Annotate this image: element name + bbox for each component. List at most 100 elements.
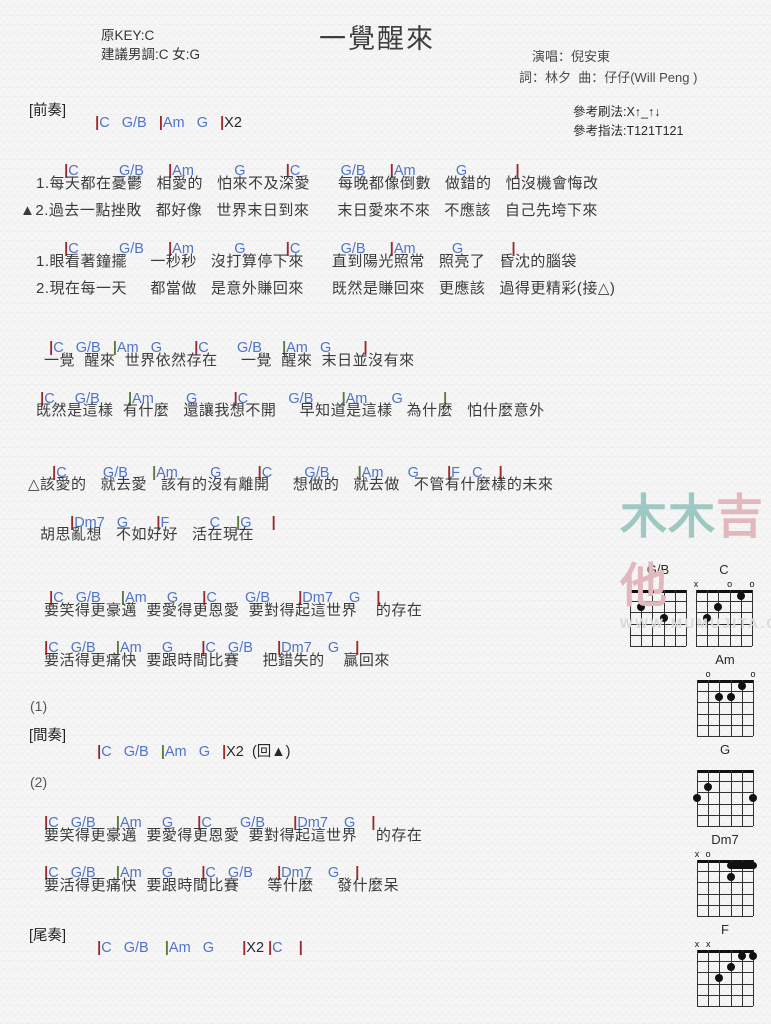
- fret-line: [697, 736, 753, 737]
- fret-line: [697, 792, 753, 794]
- fret-line: [696, 612, 752, 614]
- chord-diagram-markers: [697, 759, 753, 770]
- chord-sheet-page: 木木吉他 WWW.MUMUJITA.COM 原KEY:C 建議男調:C 女:G …: [0, 0, 771, 1024]
- finger-reference: 參考指法:T121T121: [573, 124, 684, 138]
- finger-dot: [736, 591, 745, 600]
- string-line: [730, 680, 732, 736]
- string-line: [741, 770, 743, 826]
- fret-line: [630, 612, 686, 614]
- fret-line: [696, 646, 752, 647]
- open-string-icon: o: [750, 669, 756, 679]
- fret-line: [630, 601, 686, 603]
- lyric-line: 2.現在每一天 都當做 是意外賺回來 既然是賺回來 更應該 過得更精彩(接△): [36, 280, 616, 297]
- lyric-line: ▲2.過去一點挫敗 都好像 世界末日到來 末日愛來不來 不應該 自己先垮下來: [20, 202, 598, 219]
- finger-dot: [726, 692, 735, 701]
- repeat-number-1: (1): [30, 698, 48, 714]
- chord-diagram-am: Am o o: [697, 652, 756, 737]
- lyric-line: 要活得更痛快 要跟時間比賽 等什麼 發什麼呆: [44, 877, 400, 894]
- finger-dot: [637, 602, 646, 611]
- string-line: [697, 860, 698, 916]
- fret-line: [696, 601, 752, 603]
- writer-credit: 詞：林夕 曲：仔仔(Will Peng ): [519, 70, 698, 85]
- fret-line: [697, 904, 753, 906]
- chord-diagram-f: Fxx: [694, 922, 757, 1007]
- open-string-icon: o: [705, 669, 711, 679]
- section-label-intro: [前奏]: [29, 103, 67, 119]
- chord-diagram-name: G/B: [646, 562, 670, 577]
- fret-line: [697, 994, 753, 996]
- muted-string-icon: x: [694, 849, 700, 859]
- section-label-interlude: [間奏]: [29, 728, 67, 744]
- lyric-line: 1.每天都在憂鬱 相愛的 怕來不及深愛 每晚都像倒數 做錯的 怕沒機會悔改: [36, 175, 599, 192]
- chord-diagram-grid: [696, 590, 753, 647]
- chord-diagram-grid: [697, 860, 757, 917]
- page-title: 一覺醒來: [319, 24, 435, 54]
- chord-diagram-markers: x: [627, 579, 686, 590]
- finger-dot: [704, 782, 713, 791]
- chord-diagram-dm7: Dm7 x o: [694, 832, 757, 917]
- chord-diagram-grid: [697, 950, 757, 1007]
- string-line: [697, 680, 698, 736]
- lyric-line: 既然是這樣 有什麼 還讓我想不開 早知道是這樣 為什麼 怕什麼意外: [36, 402, 545, 419]
- open-string-icon: o: [727, 579, 733, 589]
- string-line: [708, 950, 710, 1006]
- finger-dot: [749, 951, 757, 960]
- string-line: [719, 770, 721, 826]
- repeat-number-2: (2): [30, 774, 48, 790]
- finger-dot: [714, 602, 723, 611]
- lyric-line: 胡思亂想 不如好好 活在現在: [40, 526, 255, 543]
- finger-dot: [737, 951, 746, 960]
- string-line: [708, 680, 710, 736]
- fret-line: [630, 646, 686, 647]
- muted-string-icon: x: [627, 579, 633, 589]
- lyric-line: △該愛的 就去愛 該有的沒有離開 想做的 就去做 不管有什麼樣的未來: [28, 476, 554, 493]
- finger-dot: [726, 872, 735, 881]
- barre-marker: [726, 862, 757, 870]
- fret-line: [697, 983, 753, 985]
- chord-diagram-markers: xx: [694, 939, 753, 950]
- string-line: [652, 590, 654, 646]
- finger-dot: [715, 692, 724, 701]
- chord-diagram-name: Am: [715, 652, 735, 667]
- string-line: [630, 590, 631, 646]
- chord-diagram-g: G: [693, 742, 757, 827]
- fret-line: [696, 634, 752, 636]
- lyric-line: 1.眼看著鐘擺 一秒秒 沒打算停下來 直到陽光照常 照亮了 昏沈的腦袋: [36, 253, 577, 270]
- fret-line: [697, 1006, 753, 1007]
- string-line: [696, 590, 697, 646]
- fret-line: [697, 691, 753, 693]
- lyric-line: 要活得更痛快 要跟時間比賽 把錯失的 贏回來: [44, 652, 390, 669]
- muted-string-icon: x: [694, 939, 700, 949]
- fret-line: [697, 803, 753, 805]
- chord-diagram-name: C: [719, 562, 729, 577]
- muted-string-icon: x: [705, 939, 711, 949]
- fret-line: [697, 702, 753, 704]
- string-line: [718, 590, 720, 646]
- finger-dot: [715, 974, 724, 982]
- fret-line: [697, 961, 753, 963]
- open-string-icon: o: [749, 579, 755, 589]
- string-line: [730, 770, 732, 826]
- string-line: [686, 590, 687, 646]
- original-key: 原KEY:C: [101, 28, 155, 43]
- string-line: [641, 590, 643, 646]
- finger-dot: [726, 962, 735, 971]
- chord-diagram-markers: xoo: [693, 579, 755, 590]
- chord-diagram-grid: [697, 680, 754, 737]
- section-label-outro: [尾奏]: [29, 928, 67, 944]
- lyric-line: 要笑得更豪邁 要愛得更恩愛 要對得起這世界 的存在: [44, 827, 423, 844]
- string-line: [708, 860, 710, 916]
- string-line: [719, 860, 721, 916]
- fret-line: [697, 814, 753, 816]
- chord-diagram-markers: oo: [697, 669, 756, 680]
- suggested-key: 建議男調:C 女:G: [101, 47, 201, 62]
- open-string-icon: o: [705, 849, 711, 859]
- string-line: [730, 950, 732, 1006]
- muted-string-icon: x: [693, 579, 699, 589]
- finger-dot: [703, 614, 712, 622]
- fret-line: [697, 713, 753, 715]
- string-line: [708, 770, 710, 826]
- string-line: [674, 590, 676, 646]
- fret-line: [697, 916, 753, 917]
- finger-dot: [737, 681, 746, 690]
